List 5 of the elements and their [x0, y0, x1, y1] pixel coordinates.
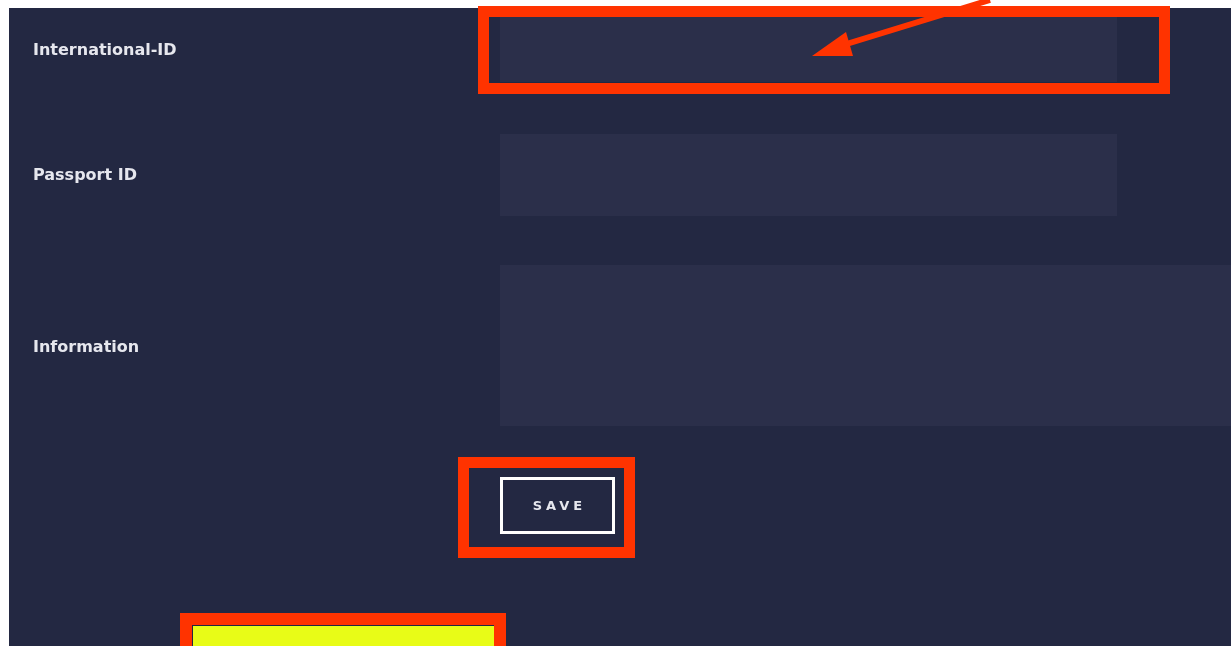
field-label: International-ID	[32, 40, 178, 59]
input-field[interactable]	[500, 17, 1117, 82]
save-button[interactable]: SAVE	[500, 477, 615, 534]
field-label: Passport ID	[32, 164, 138, 184]
field-label: Information	[32, 336, 141, 356]
